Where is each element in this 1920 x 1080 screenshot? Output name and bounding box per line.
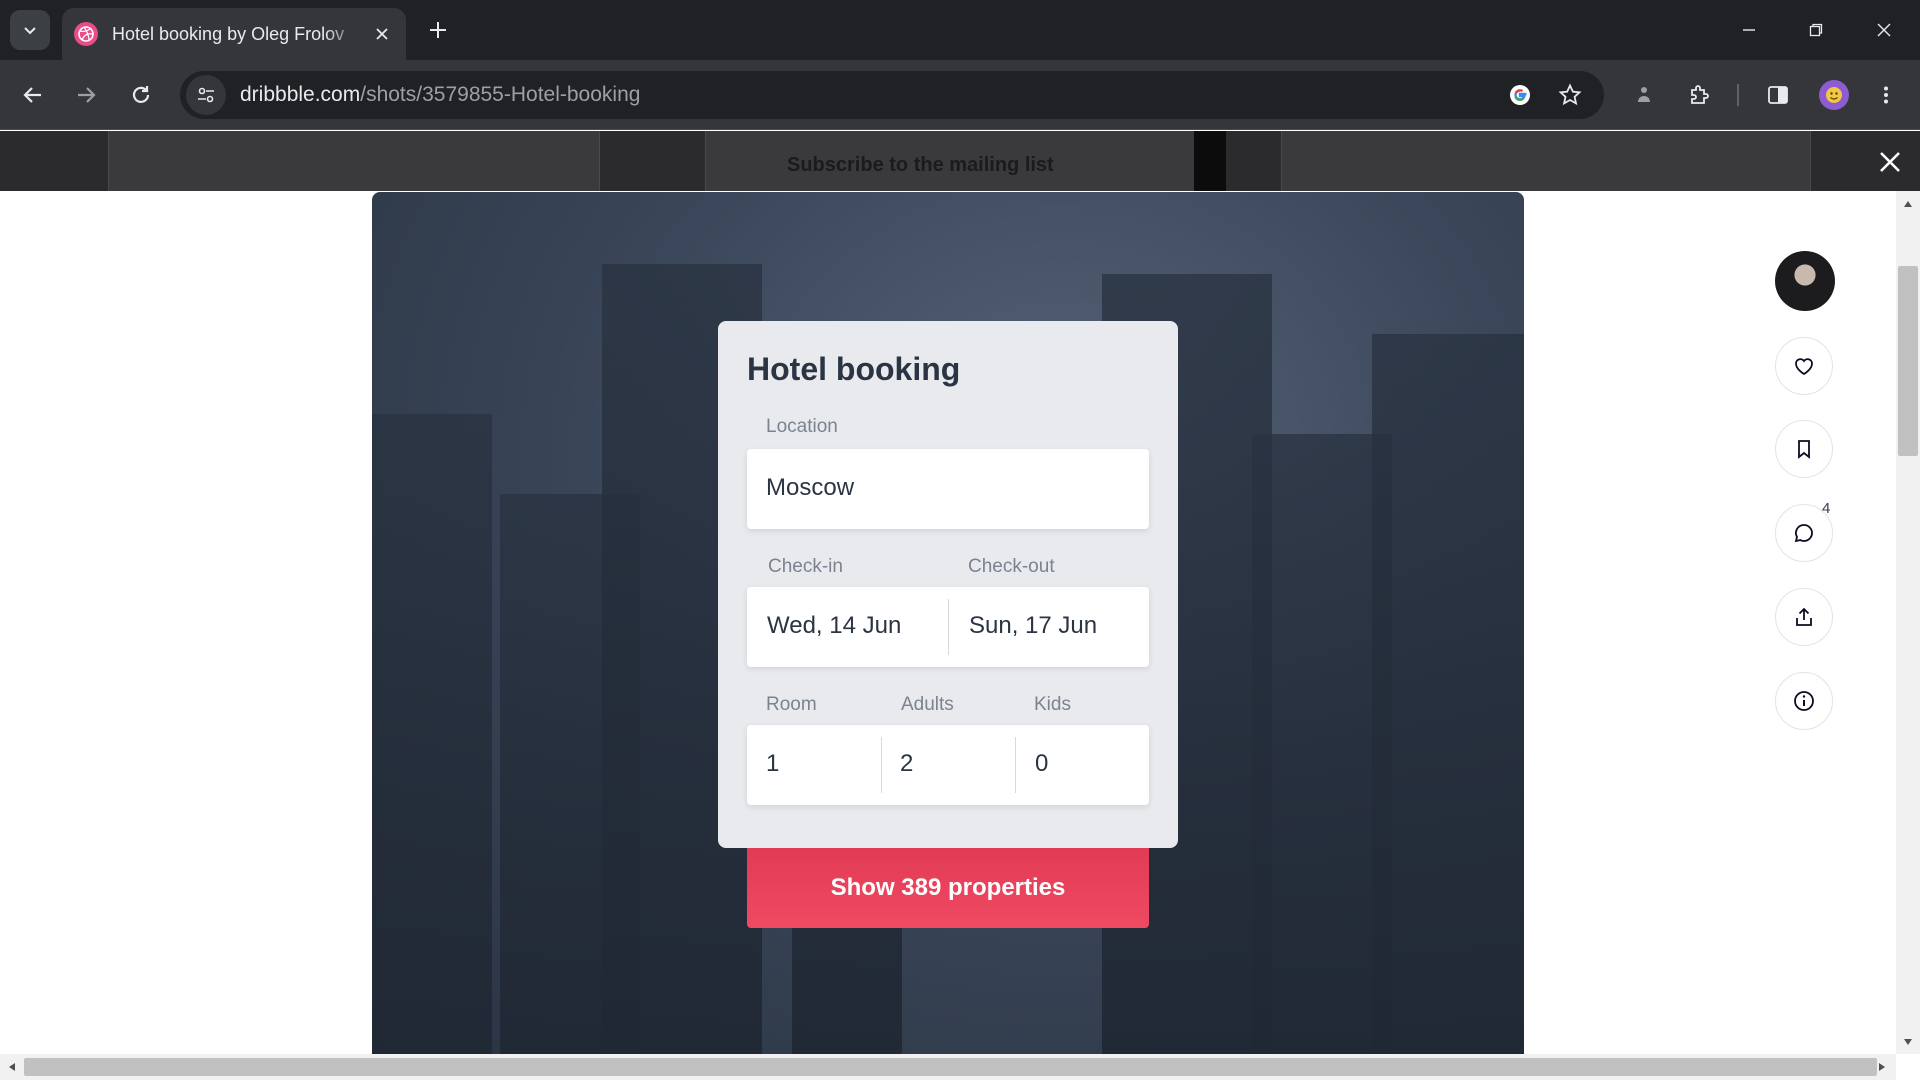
scroll-down-arrow-icon[interactable] (1900, 1034, 1916, 1050)
tab-title: Hotel booking by Oleg Frolov (112, 23, 345, 44)
url-host: dribbble.com (240, 83, 361, 106)
guests-field: 1 2 0 (747, 725, 1149, 805)
scroll-up-arrow-icon[interactable] (1900, 196, 1916, 212)
chevron-down-icon (24, 27, 36, 35)
back-button[interactable] (13, 75, 53, 115)
site-info-icon[interactable] (186, 75, 226, 115)
profile-avatar-icon[interactable] (1819, 80, 1849, 110)
author-avatar[interactable] (1775, 251, 1835, 311)
vertical-scrollbar-thumb[interactable] (1898, 266, 1918, 456)
arrow-right-icon (78, 87, 96, 103)
address-bar[interactable]: dribbble.com/shots/3579855-Hotel-booking (180, 71, 1604, 119)
tab-close-icon[interactable] (370, 22, 394, 46)
extension-puzzle-person-icon[interactable] (1624, 75, 1664, 115)
close-icon (1877, 23, 1891, 37)
background-shot-card (1281, 131, 1811, 191)
toolbar-separator (1737, 84, 1739, 106)
info-icon (1794, 691, 1814, 711)
bookmark-icon (1798, 440, 1810, 459)
minimize-button[interactable] (1724, 10, 1774, 50)
comment-icon (1794, 524, 1813, 543)
horizontal-scrollbar-thumb[interactable] (24, 1058, 1877, 1076)
guests-divider (1015, 737, 1016, 793)
dribbble-favicon-icon (74, 22, 98, 46)
browser-tab-active[interactable]: Hotel booking by Oleg Frolov (62, 8, 406, 60)
checkin-label: Check-in (768, 556, 843, 577)
url-text: dribbble.com/shots/3579855-Hotel-booking (240, 83, 640, 107)
bookmark-star-icon[interactable] (1550, 75, 1590, 115)
bg-building (1252, 434, 1392, 1054)
adults-value[interactable]: 2 (900, 750, 913, 778)
background-mailing-text: Subscribe to the mailing list (787, 154, 1054, 176)
location-value: Moscow (766, 474, 855, 501)
reload-icon (132, 86, 150, 103)
extensions-icon[interactable] (1679, 75, 1719, 115)
arrow-left-icon (23, 87, 41, 103)
details-button[interactable] (1775, 672, 1833, 730)
card-title: Hotel booking (747, 351, 961, 387)
restore-button[interactable] (1791, 10, 1841, 50)
scroll-right-arrow-icon[interactable] (1874, 1059, 1890, 1075)
close-icon (1880, 152, 1900, 172)
close-window-button[interactable] (1859, 10, 1909, 50)
save-button[interactable] (1775, 420, 1833, 478)
share-button[interactable] (1775, 588, 1833, 646)
background-dark-block (1194, 131, 1226, 191)
location-field[interactable]: Moscow (747, 449, 1149, 529)
heart-icon (1795, 358, 1813, 376)
booking-card: Hotel booking Location Moscow Check-in C… (718, 321, 1178, 848)
dates-field: Wed, 14 Jun Sun, 17 Jun (747, 587, 1149, 667)
tab-search-button[interactable] (10, 10, 50, 50)
checkout-value[interactable]: Sun, 17 Jun (969, 612, 1097, 640)
close-modal-button[interactable] (1874, 146, 1906, 178)
checkout-label: Check-out (968, 556, 1055, 577)
room-value[interactable]: 1 (766, 750, 779, 778)
dates-divider (948, 599, 949, 655)
like-button[interactable] (1775, 337, 1833, 395)
scroll-left-arrow-icon[interactable] (4, 1059, 20, 1075)
browser-toolbar: dribbble.com/shots/3579855-Hotel-booking (0, 60, 1920, 130)
plus-icon (430, 22, 446, 38)
show-properties-button[interactable]: Show 389 properties (747, 848, 1149, 928)
side-panel-icon[interactable] (1758, 75, 1798, 115)
share-icon (1796, 607, 1812, 626)
new-tab-button[interactable] (422, 14, 454, 46)
reload-button[interactable] (121, 75, 161, 115)
browser-titlebar: Hotel booking by Oleg Frolov (0, 0, 1920, 60)
url-path: /shots/3579855-Hotel-booking (360, 83, 641, 106)
kids-label: Kids (1034, 694, 1071, 715)
bg-building (372, 414, 492, 1054)
location-label: Location (766, 416, 838, 437)
forward-button[interactable] (66, 75, 106, 115)
google-lens-icon[interactable] (1500, 75, 1540, 115)
comments-count-badge: 4 (1822, 500, 1831, 517)
room-label: Room (766, 694, 817, 715)
guests-divider (881, 737, 882, 793)
background-shot-card (108, 131, 600, 191)
adults-label: Adults (901, 694, 954, 715)
minimize-icon (1743, 29, 1755, 31)
menu-kebab-icon[interactable] (1866, 75, 1906, 115)
bg-building (1372, 334, 1524, 1054)
restore-icon (1809, 23, 1823, 37)
checkin-value[interactable]: Wed, 14 Jun (767, 612, 901, 640)
kids-value[interactable]: 0 (1035, 750, 1048, 778)
